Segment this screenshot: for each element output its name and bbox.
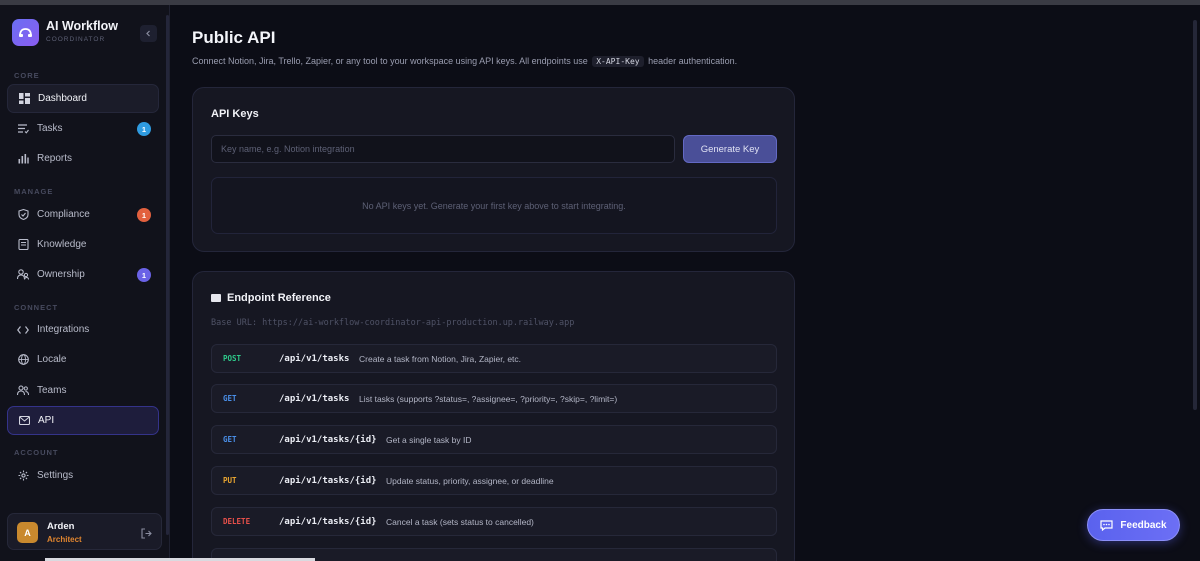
sidebar-scrollbar[interactable]	[166, 15, 169, 535]
feedback-button[interactable]: Feedback	[1087, 509, 1180, 541]
logout-button[interactable]	[141, 526, 153, 539]
code-icon	[17, 324, 29, 336]
page-scrollbar[interactable]	[1193, 20, 1197, 410]
endpoint-description: Cancel a task (sets status to cancelled)	[386, 516, 534, 527]
page-subtitle: Connect Notion, Jira, Trello, Zapier, or…	[192, 56, 737, 67]
sidebar-item-label: Knowledge	[37, 239, 87, 250]
endpoint-description: Update status, priority, assignee, or de…	[386, 475, 554, 486]
sidebar-item-compliance[interactable]: Compliance 1	[7, 200, 159, 229]
endpoint-row[interactable]: GET /api/v1/tasks List tasks (supports ?…	[211, 384, 777, 413]
api-keys-title: API Keys	[211, 108, 259, 120]
window-top-bar	[0, 0, 1200, 5]
tasks-count-badge: 1	[137, 122, 151, 136]
sidebar-item-label: API	[38, 415, 55, 426]
endpoint-path: /api/v1/tasks	[279, 353, 350, 364]
sidebar-item-knowledge[interactable]: Knowledge	[7, 230, 159, 259]
sidebar-item-label: Settings	[37, 470, 74, 481]
sidebar-item-label: Teams	[37, 385, 67, 396]
sidebar-item-label: Ownership	[37, 269, 85, 280]
compliance-count-badge: 1	[137, 208, 151, 222]
sidebar-item-teams[interactable]: Teams	[7, 376, 159, 405]
endpoint-path: /api/v1/tasks/{id}	[279, 516, 377, 527]
shield-check-icon	[17, 209, 29, 221]
api-keys-card: API Keys Generate Key No API keys yet. G…	[192, 87, 795, 252]
http-method: POST	[223, 354, 242, 363]
ownership-count-badge: 1	[137, 268, 151, 282]
sidebar-item-api[interactable]: API	[7, 406, 159, 435]
tasks-list-icon	[17, 123, 29, 135]
section-label-core: CORE	[14, 71, 40, 80]
key-name-input[interactable]	[211, 135, 675, 163]
sidebar-item-ownership[interactable]: Ownership 1	[7, 260, 159, 289]
mail-icon	[18, 415, 30, 427]
endpoint-description: Get a single task by ID	[386, 434, 472, 445]
endpoint-row[interactable]: POST /api/v1/tasks Create a task from No…	[211, 344, 777, 373]
sidebar-item-label: Reports	[37, 153, 73, 164]
endpoint-path: /api/v1/tasks/{id}	[279, 434, 377, 445]
sidebar-item-dashboard[interactable]: Dashboard	[7, 84, 159, 113]
team-icon	[17, 385, 29, 397]
chevron-left-icon	[146, 30, 150, 37]
http-method: PUT	[223, 476, 237, 485]
base-url: Base URL: https://ai-workflow-coordinato…	[211, 318, 575, 328]
sidebar-item-label: Compliance	[37, 209, 90, 220]
dashboard-icon	[18, 93, 30, 105]
gear-icon	[17, 470, 29, 482]
subtitle-text: Connect Notion, Jira, Trello, Zapier, or…	[192, 56, 588, 66]
brand-subtitle: COORDINATOR	[46, 36, 106, 43]
sidebar-item-reports[interactable]: Reports	[7, 144, 159, 173]
brand-title: AI Workflow	[46, 19, 118, 33]
endpoint-description: Create a task from Notion, Jira, Zapier,…	[359, 353, 522, 364]
document-icon	[211, 294, 221, 302]
sidebar-item-label: Tasks	[37, 123, 63, 134]
http-method: DELETE	[223, 517, 251, 526]
user-name: Arden	[47, 521, 75, 532]
page-title: Public API	[192, 28, 276, 47]
sidebar-item-label: Dashboard	[38, 93, 87, 104]
sidebar: AI Workflow COORDINATOR CORE Dashboard T…	[0, 5, 170, 561]
chat-icon	[1100, 519, 1114, 531]
avatar: A	[17, 522, 38, 543]
subtitle-text-end: header authentication.	[648, 56, 738, 66]
endpoint-row[interactable]: DELETE /api/v1/tasks/{id} Cancel a task …	[211, 507, 777, 536]
sidebar-collapse-button[interactable]	[140, 25, 157, 42]
sidebar-item-label: Integrations	[37, 324, 90, 335]
feedback-label: Feedback	[1120, 519, 1167, 531]
endpoint-reference-header: Endpoint Reference	[211, 292, 331, 304]
sidebar-item-tasks[interactable]: Tasks 1	[7, 114, 159, 143]
endpoint-reference-card: Endpoint Reference Base URL: https://ai-…	[192, 271, 795, 561]
bar-chart-icon	[17, 153, 29, 165]
section-label-manage: MANAGE	[14, 187, 54, 196]
book-icon	[17, 239, 29, 251]
http-method: GET	[223, 394, 237, 403]
generate-key-button[interactable]: Generate Key	[683, 135, 777, 163]
sidebar-item-integrations[interactable]: Integrations	[7, 315, 159, 344]
endpoint-row[interactable]: GET /api/v1/tasks/{id} Get a single task…	[211, 425, 777, 454]
endpoint-path: /api/v1/tasks/{id}	[279, 475, 377, 486]
sidebar-item-locale[interactable]: Locale	[7, 345, 159, 374]
endpoint-reference-title: Endpoint Reference	[227, 292, 331, 304]
endpoint-row[interactable]: PUT /api/v1/tasks/{id} Update status, pr…	[211, 466, 777, 495]
header-code-chip: X-API-Key	[592, 56, 644, 67]
user-role: Architect	[47, 535, 82, 544]
brand-logo-icon	[12, 19, 39, 46]
user-card[interactable]: A Arden Architect	[7, 513, 162, 550]
empty-keys-message: No API keys yet. Generate your first key…	[211, 177, 777, 234]
sidebar-item-label: Locale	[37, 354, 67, 365]
logout-icon	[141, 528, 152, 539]
endpoint-description: List tasks (supports ?status=, ?assignee…	[359, 393, 618, 404]
endpoint-path: /api/v1/tasks	[279, 393, 350, 404]
sidebar-item-settings[interactable]: Settings	[7, 461, 159, 490]
section-label-account: ACCOUNT	[14, 448, 59, 457]
globe-icon	[17, 354, 29, 366]
http-method: GET	[223, 435, 237, 444]
section-label-connect: CONNECT	[14, 303, 59, 312]
users-icon	[17, 269, 29, 281]
